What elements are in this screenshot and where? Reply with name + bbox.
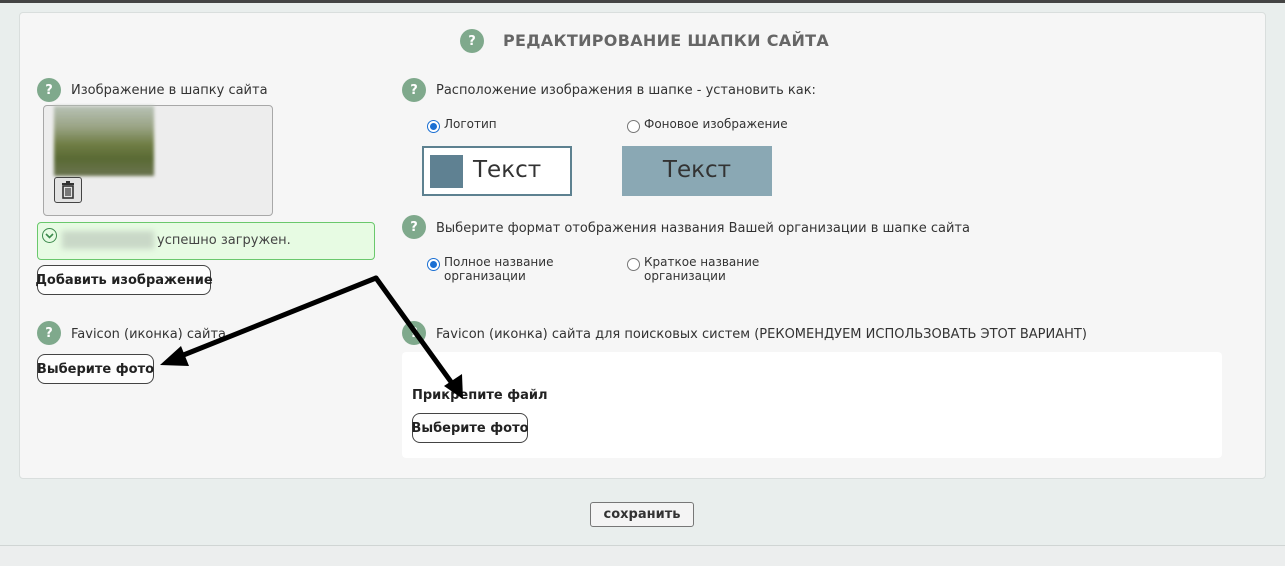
help-icon[interactable]: ? — [402, 321, 426, 345]
help-icon[interactable]: ? — [402, 78, 426, 102]
footer-area — [0, 546, 1285, 566]
help-icon[interactable]: ? — [402, 215, 426, 239]
radio-full-name[interactable] — [427, 258, 440, 271]
favicon-label: Favicon (иконка) сайта — [71, 327, 226, 342]
logo-preview-text: Текст — [473, 157, 542, 183]
search-favicon-choose-photo-button[interactable]: Выберите фото — [411, 413, 529, 443]
name-format-label: Выберите формат отображения названия Ваш… — [436, 221, 970, 236]
delete-image-button[interactable] — [54, 177, 82, 203]
search-favicon-label: Favicon (иконка) сайта для поисковых сис… — [436, 327, 1087, 342]
attach-file-label: Прикрепите файл — [412, 388, 548, 403]
help-icon[interactable]: ? — [37, 321, 61, 345]
radio-short-name[interactable] — [627, 258, 640, 271]
uploaded-file-name — [62, 231, 154, 249]
radio-short-name-label[interactable]: Краткое название организации — [644, 255, 759, 283]
chevron-circle-icon[interactable] — [42, 228, 57, 243]
background-preview-text: Текст — [662, 157, 732, 183]
header-image-thumbnail — [54, 106, 154, 176]
radio-background[interactable] — [627, 120, 640, 133]
radio-short-name-line1: Краткое название — [644, 255, 760, 269]
help-icon[interactable]: ? — [460, 29, 484, 53]
favicon-choose-photo-button[interactable]: Выберите фото — [37, 354, 154, 384]
header-image-label: Изображение в шапку сайта — [71, 83, 268, 98]
radio-full-name-line1: Полное название — [444, 255, 554, 269]
radio-background-label[interactable]: Фоновое изображение — [644, 117, 788, 131]
placement-label: Расположение изображения в шапке - устан… — [436, 83, 816, 98]
add-image-button[interactable]: Добавить изображение — [35, 265, 213, 295]
radio-logo[interactable] — [427, 120, 440, 133]
trash-icon — [62, 181, 74, 199]
upload-success-text: успешно загружен. — [157, 233, 291, 248]
logo-square — [430, 155, 463, 188]
radio-full-name-line2: организации — [444, 269, 526, 283]
radio-full-name-label[interactable]: Полное название организации — [444, 255, 553, 283]
radio-logo-label[interactable]: Логотип — [444, 117, 497, 131]
page-title: РЕДАКТИРОВАНИЕ ШАПКИ САЙТА — [503, 31, 830, 50]
help-icon[interactable]: ? — [37, 78, 61, 102]
search-favicon-upload-panel — [402, 352, 1222, 458]
top-border — [0, 0, 1285, 3]
radio-short-name-line2: организации — [644, 269, 726, 283]
save-button[interactable]: сохранить — [590, 502, 694, 527]
